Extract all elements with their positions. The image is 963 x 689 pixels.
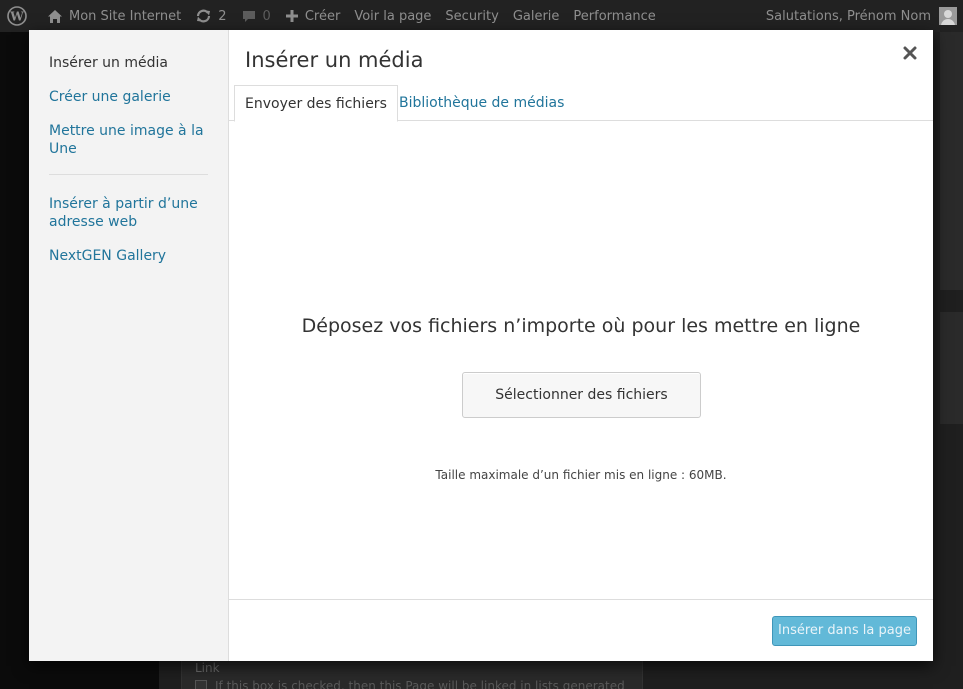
site-name: Mon Site Internet [69,8,182,24]
menu-item-insert-media[interactable]: Insérer un média [29,54,228,72]
wordpress-logo-button[interactable]: W [0,0,40,32]
avatar [939,7,957,25]
home-icon [48,9,62,23]
new-content-link[interactable]: Créer [278,0,347,32]
select-files-button[interactable]: Sélectionner des fichiers [462,372,701,418]
background-checkbox [195,680,207,689]
close-button[interactable] [901,44,919,62]
updates-count: 2 [218,8,227,24]
comment-icon [242,10,255,22]
plus-icon [285,10,298,22]
admin-bar: W Mon Site Internet 2 0 Créer Voir la pa… [0,0,963,32]
max-upload-size: Taille maximale d’un fichier mis en lign… [435,468,727,482]
media-modal: Insérer un média Créer une galerie Mettr… [29,30,933,661]
security-link[interactable]: Security [438,0,505,32]
comments-link[interactable]: 0 [234,0,278,32]
security-label: Security [445,8,499,24]
menu-separator [49,174,208,175]
menu-item-insert-from-url[interactable]: Insérer à partir d’une adresse web [29,195,228,231]
wordpress-icon: W [7,6,27,26]
svg-text:W: W [9,10,24,24]
view-page-label: Voir la page [354,8,432,24]
create-label: Créer [304,8,341,24]
drop-instructions: Déposez vos fichiers n’importe où pour l… [301,315,861,337]
menu-item-featured-image[interactable]: Mettre une image à la Une [29,122,228,158]
background-side-panel [940,32,963,290]
greeting: Salutations, Prénom Nom [765,8,931,24]
gallery-link[interactable]: Galerie [506,0,567,32]
performance-link[interactable]: Performance [566,0,662,32]
background-side-panel [940,312,963,424]
tab-media-library[interactable]: Bibliothèque de médias [389,85,574,121]
modal-title: Insérer un média [245,48,424,72]
updates-icon [197,9,211,23]
gallery-label: Galerie [512,8,560,24]
background-checkbox-row: If this box is checked, then this Page w… [195,679,625,689]
close-icon [903,46,917,60]
view-page-link[interactable]: Voir la page [347,0,438,32]
media-menu: Insérer un média Créer une galerie Mettr… [29,30,229,661]
my-account-link[interactable]: Salutations, Prénom Nom [759,0,963,32]
menu-item-nextgen-gallery[interactable]: NextGEN Gallery [29,247,228,265]
insert-into-page-button[interactable]: Insérer dans la page [772,616,917,646]
media-toolbar: Insérer dans la page [229,599,933,661]
performance-label: Performance [573,8,656,24]
background-link-label: Link [195,661,220,675]
site-name-link[interactable]: Mon Site Internet [40,0,188,32]
background-checkbox-text: If this box is checked, then this Page w… [215,679,625,689]
media-router: Envoyer des fichiers Bibliothèque de méd… [229,85,933,122]
menu-item-create-gallery[interactable]: Créer une galerie [29,88,228,106]
tab-upload-files[interactable]: Envoyer des fichiers [234,85,398,122]
comments-count: 0 [262,8,271,24]
updates-link[interactable]: 2 [188,0,233,32]
uploader-area[interactable]: Déposez vos fichiers n’importe où pour l… [229,121,933,599]
